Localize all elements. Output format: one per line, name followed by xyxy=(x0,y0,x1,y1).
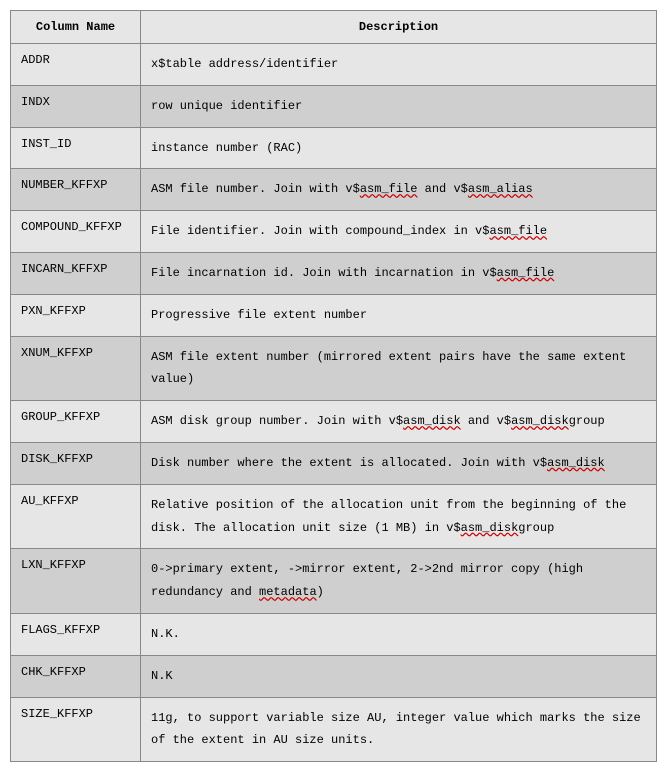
cell-description: ASM file extent number (mirrored extent … xyxy=(141,336,657,401)
cell-description: 11g, to support variable size AU, intege… xyxy=(141,697,657,762)
cell-description: Progressive file extent number xyxy=(141,294,657,336)
table-row: DISK_KFFXPDisk number where the extent i… xyxy=(11,442,657,484)
header-description: Description xyxy=(141,11,657,44)
cell-column-name: NUMBER_KFFXP xyxy=(11,169,141,211)
cell-column-name: CHK_KFFXP xyxy=(11,655,141,697)
cell-column-name: INDX xyxy=(11,85,141,127)
cell-description: File identifier. Join with compound_inde… xyxy=(141,211,657,253)
cell-description: ASM file number. Join with v$asm_file an… xyxy=(141,169,657,211)
cell-column-name: AU_KFFXP xyxy=(11,484,141,549)
cell-description: row unique identifier xyxy=(141,85,657,127)
cell-column-name: PXN_KFFXP xyxy=(11,294,141,336)
cell-column-name: SIZE_KFFXP xyxy=(11,697,141,762)
cell-column-name: COMPOUND_KFFXP xyxy=(11,211,141,253)
column-description-table: Column Name Description ADDRx$table addr… xyxy=(10,10,657,762)
cell-description: ASM disk group number. Join with v$asm_d… xyxy=(141,401,657,443)
table-row: XNUM_KFFXPASM file extent number (mirror… xyxy=(11,336,657,401)
table-row: INCARN_KFFXPFile incarnation id. Join wi… xyxy=(11,252,657,294)
cell-description: N.K. xyxy=(141,613,657,655)
table-row: PXN_KFFXPProgressive file extent number xyxy=(11,294,657,336)
table-row: INDXrow unique identifier xyxy=(11,85,657,127)
cell-column-name: GROUP_KFFXP xyxy=(11,401,141,443)
cell-column-name: LXN_KFFXP xyxy=(11,549,141,614)
table-row: LXN_KFFXP0->primary extent, ->mirror ext… xyxy=(11,549,657,614)
cell-column-name: XNUM_KFFXP xyxy=(11,336,141,401)
cell-description: N.K xyxy=(141,655,657,697)
table-row: GROUP_KFFXPASM disk group number. Join w… xyxy=(11,401,657,443)
cell-column-name: ADDR xyxy=(11,44,141,86)
cell-column-name: INCARN_KFFXP xyxy=(11,252,141,294)
cell-description: Relative position of the allocation unit… xyxy=(141,484,657,549)
table-header-row: Column Name Description xyxy=(11,11,657,44)
cell-description: 0->primary extent, ->mirror extent, 2->2… xyxy=(141,549,657,614)
table-row: FLAGS_KFFXPN.K. xyxy=(11,613,657,655)
table-row: CHK_KFFXPN.K xyxy=(11,655,657,697)
cell-description: instance number (RAC) xyxy=(141,127,657,169)
cell-description: Disk number where the extent is allocate… xyxy=(141,442,657,484)
table-row: COMPOUND_KFFXPFile identifier. Join with… xyxy=(11,211,657,253)
table-row: ADDRx$table address/identifier xyxy=(11,44,657,86)
cell-column-name: FLAGS_KFFXP xyxy=(11,613,141,655)
cell-column-name: INST_ID xyxy=(11,127,141,169)
header-column-name: Column Name xyxy=(11,11,141,44)
cell-column-name: DISK_KFFXP xyxy=(11,442,141,484)
table-row: NUMBER_KFFXPASM file number. Join with v… xyxy=(11,169,657,211)
table-row: SIZE_KFFXP11g, to support variable size … xyxy=(11,697,657,762)
table-row: INST_IDinstance number (RAC) xyxy=(11,127,657,169)
cell-description: x$table address/identifier xyxy=(141,44,657,86)
table-row: AU_KFFXPRelative position of the allocat… xyxy=(11,484,657,549)
cell-description: File incarnation id. Join with incarnati… xyxy=(141,252,657,294)
